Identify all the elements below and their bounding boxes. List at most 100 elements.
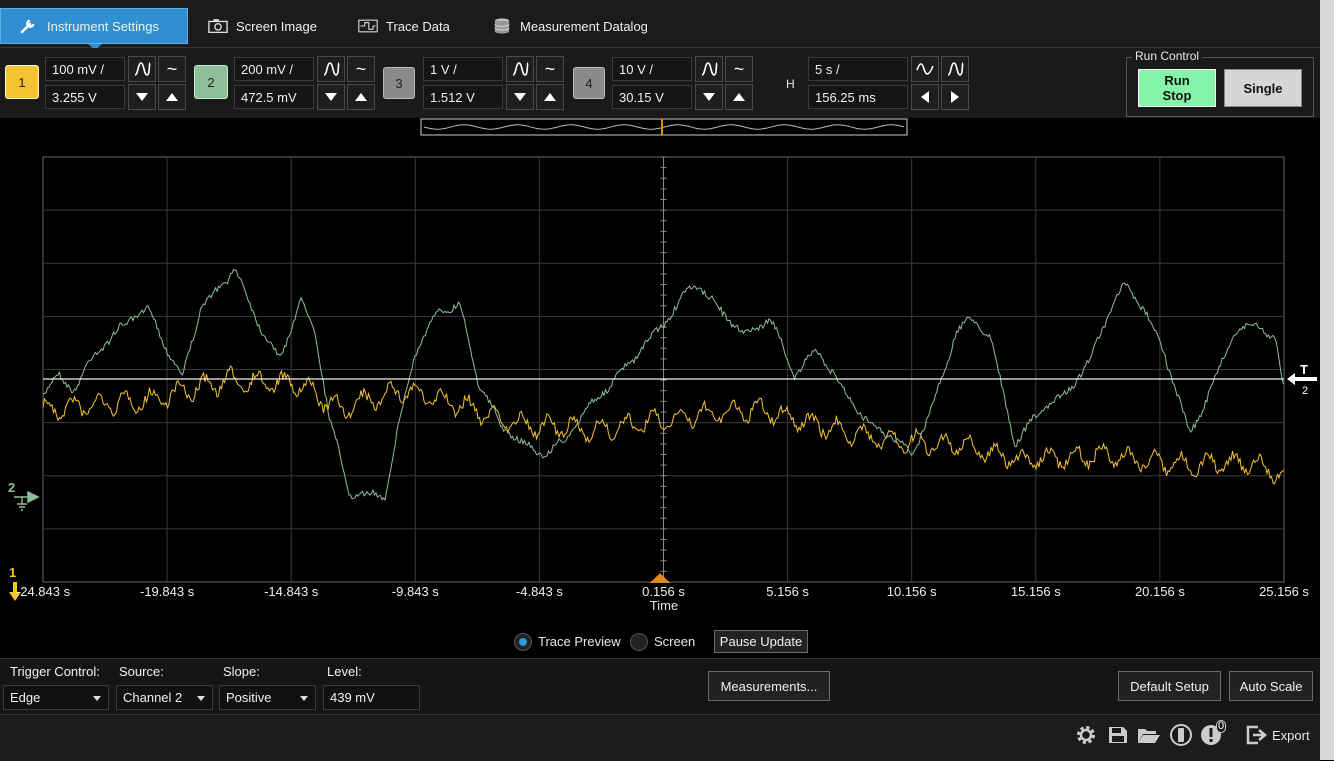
channel-4-scale-field[interactable]: 10 V / bbox=[612, 57, 692, 81]
trigger-channel-label: 2 bbox=[1302, 385, 1309, 397]
trace-preview-radio[interactable] bbox=[514, 633, 532, 651]
channel-1-filter-icon[interactable]: ~ bbox=[158, 56, 186, 82]
time-tick-label: -9.843 s bbox=[391, 584, 439, 599]
channel-number: 4 bbox=[585, 75, 593, 91]
channel-3-filter-icon[interactable]: ~ bbox=[536, 56, 564, 82]
channel-1-down-icon[interactable] bbox=[128, 84, 156, 110]
default-setup-button[interactable]: Default Setup bbox=[1118, 671, 1221, 701]
trigger-slope-value: Positive bbox=[226, 690, 272, 705]
time-axis-label: Time bbox=[649, 598, 679, 613]
channel-2-scale-field[interactable]: 200 mV / bbox=[234, 57, 314, 81]
chevron-down-icon bbox=[197, 696, 205, 701]
trigger-mode-select[interactable]: Edge bbox=[3, 685, 109, 710]
horizontal-zoom-waveform-icon[interactable] bbox=[941, 56, 969, 82]
channel-1-button[interactable]: 1 bbox=[5, 65, 39, 99]
single-button[interactable]: Single bbox=[1224, 69, 1302, 107]
channel-2-filter-icon[interactable]: ~ bbox=[347, 56, 375, 82]
run-label: Run bbox=[1164, 73, 1190, 88]
channel-2-waveform-icon[interactable] bbox=[317, 56, 345, 82]
channel-1-marker-label: 1 bbox=[9, 565, 17, 580]
stop-label: Stop bbox=[1162, 88, 1192, 103]
time-tick-label: 20.156 s bbox=[1134, 584, 1185, 599]
channel-3-offset-field[interactable]: 1.512 V bbox=[423, 85, 503, 109]
chevron-down-icon bbox=[93, 696, 101, 701]
channel-3-up-icon[interactable] bbox=[536, 84, 564, 110]
channel-4-up-icon[interactable] bbox=[725, 84, 753, 110]
channel-2-ground-icon[interactable] bbox=[14, 488, 44, 512]
channel-4-down-icon[interactable] bbox=[695, 84, 723, 110]
channel-4-offset-field[interactable]: 30.15 V bbox=[612, 85, 692, 109]
time-tick-label: -24.843 s bbox=[15, 584, 71, 599]
channel-number: 2 bbox=[207, 74, 215, 90]
run-stop-button[interactable]: Run Stop bbox=[1138, 69, 1216, 107]
horizontal-label: H bbox=[786, 77, 795, 91]
waveform-icon bbox=[358, 19, 378, 33]
horizontal-scale-field[interactable]: 5 s / bbox=[808, 57, 908, 81]
camera-icon bbox=[208, 19, 228, 34]
trigger-source-select[interactable]: Channel 2 bbox=[116, 685, 213, 710]
channel-4-button[interactable]: 4 bbox=[573, 67, 605, 99]
time-tick-label: 5.156 s bbox=[766, 584, 809, 599]
trigger-slope-select[interactable]: Positive bbox=[219, 685, 316, 710]
trigger-level-arrow-icon[interactable] bbox=[1285, 372, 1319, 386]
save-icon[interactable] bbox=[1108, 726, 1128, 744]
tab-label: Trace Data bbox=[386, 18, 450, 34]
time-tick-label: 15.156 s bbox=[1010, 584, 1061, 599]
channel-4-waveform-icon[interactable] bbox=[695, 56, 723, 82]
channel-number: 1 bbox=[18, 74, 26, 90]
trigger-source-value: Channel 2 bbox=[123, 690, 183, 705]
channel-1-waveform-icon[interactable] bbox=[128, 56, 156, 82]
trigger-level-field[interactable]: 439 mV bbox=[323, 685, 420, 710]
horizontal-right-icon[interactable] bbox=[941, 84, 969, 110]
tab-trace-data[interactable]: Trace Data bbox=[358, 8, 450, 44]
export-icon[interactable] bbox=[1246, 725, 1268, 745]
time-tick-label: -14.843 s bbox=[264, 584, 319, 599]
channel-3-down-icon[interactable] bbox=[506, 84, 534, 110]
channel-number: 3 bbox=[395, 75, 403, 91]
measurements-button[interactable]: Measurements... bbox=[708, 671, 830, 701]
channel-2-button[interactable]: 2 bbox=[194, 65, 228, 99]
level-label: Level: bbox=[327, 664, 362, 679]
time-tick-label: -19.843 s bbox=[139, 584, 195, 599]
horizontal-left-icon[interactable] bbox=[911, 84, 939, 110]
open-folder-icon[interactable] bbox=[1137, 726, 1161, 744]
auto-scale-button[interactable]: Auto Scale bbox=[1229, 671, 1313, 701]
channel-3-waveform-icon[interactable] bbox=[506, 56, 534, 82]
pause-update-button[interactable]: Pause Update bbox=[714, 630, 808, 653]
tab-label: Instrument Settings bbox=[47, 18, 159, 34]
horizontal-waveform-icon[interactable] bbox=[911, 56, 939, 82]
trigger-control-label: Trigger Control: bbox=[10, 664, 100, 679]
trigger-mode-value: Edge bbox=[10, 690, 41, 705]
tab-screen-image[interactable]: Screen Image bbox=[208, 8, 317, 44]
source-label: Source: bbox=[119, 664, 164, 679]
slope-label: Slope: bbox=[223, 664, 260, 679]
channel-1-up-icon[interactable] bbox=[158, 84, 186, 110]
channel-2-down-icon[interactable] bbox=[317, 84, 345, 110]
waveform-display[interactable] bbox=[0, 118, 1320, 588]
export-label[interactable]: Export bbox=[1272, 728, 1310, 743]
channel-4-filter-icon[interactable]: ~ bbox=[725, 56, 753, 82]
time-tick-label: 0.156 s bbox=[642, 584, 685, 599]
run-control-title: Run Control bbox=[1132, 49, 1203, 63]
channel-3-button[interactable]: 3 bbox=[383, 67, 415, 99]
channel-1-scale-field[interactable]: 100 mV / bbox=[45, 57, 125, 81]
time-tick-label: 10.156 s bbox=[886, 584, 937, 599]
wrench-icon bbox=[20, 19, 35, 34]
usb-drive-icon[interactable] bbox=[1170, 723, 1192, 747]
channel-2-offset-field[interactable]: 472.5 mV bbox=[234, 85, 314, 109]
window-edge bbox=[1320, 0, 1334, 760]
tab-label: Measurement Datalog bbox=[520, 18, 648, 34]
trigger-level-value: 439 mV bbox=[330, 690, 375, 705]
channel-1-offset-field[interactable]: 3.255 V bbox=[45, 85, 125, 109]
tab-label: Screen Image bbox=[236, 18, 317, 34]
chevron-down-icon bbox=[300, 696, 308, 701]
horizontal-position-field[interactable]: 156.25 ms bbox=[808, 85, 908, 109]
channel-2-up-icon[interactable] bbox=[347, 84, 375, 110]
screen-radio[interactable] bbox=[630, 633, 648, 651]
notification-count: 0 bbox=[1216, 720, 1227, 733]
channel-3-scale-field[interactable]: 1 V / bbox=[423, 57, 503, 81]
graticule-center-ticks bbox=[660, 156, 667, 583]
tab-instrument-settings[interactable]: Instrument Settings bbox=[0, 8, 188, 44]
tab-measurement-datalog[interactable]: Measurement Datalog bbox=[492, 8, 648, 44]
gear-icon[interactable] bbox=[1075, 724, 1097, 746]
